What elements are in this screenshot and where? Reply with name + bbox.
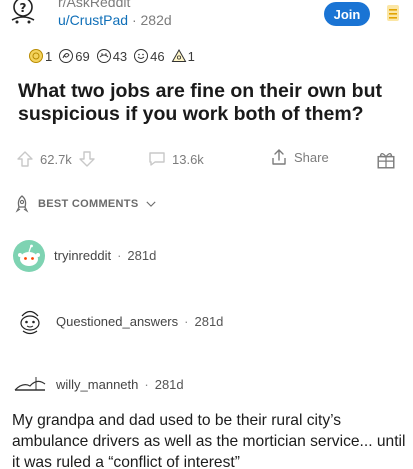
share-button[interactable]: Share — [270, 148, 329, 166]
post-header: ? r/AskReddit u/CrustPad · 282d Join — [0, 0, 413, 36]
award-count: 43 — [112, 48, 128, 64]
avatar[interactable] — [13, 368, 47, 402]
comment-age: 281d — [127, 248, 157, 263]
upvote-icon[interactable] — [16, 150, 34, 168]
post-author[interactable]: u/CrustPad — [58, 12, 128, 28]
vote-group: 62.7k — [16, 150, 96, 168]
meta-separator: · — [131, 12, 141, 28]
award-item: 1 — [28, 48, 52, 64]
triangle-award-icon — [171, 48, 186, 62]
snoo-avatar-icon — [20, 310, 40, 335]
award-item: 43 — [96, 48, 127, 64]
comment-icon — [149, 152, 165, 166]
hug-award-icon — [96, 49, 111, 63]
comment-header: Questioned_answers · 281d — [56, 314, 223, 329]
comment-header: tryinreddit · 281d — [54, 248, 156, 263]
meta-separator: · — [117, 248, 122, 263]
comments-button[interactable]: 13.6k — [148, 150, 204, 168]
vote-count: 62.7k — [40, 151, 72, 167]
awards-row[interactable]: 1 69 43 46 1 — [28, 46, 198, 66]
comment-age: 281d — [194, 314, 224, 329]
join-button[interactable]: Join — [324, 2, 370, 26]
award-item: 46 — [133, 48, 165, 64]
award-item: 69 — [58, 48, 90, 64]
downvote-icon[interactable] — [78, 150, 96, 168]
rocket-icon — [15, 195, 29, 213]
post-title[interactable]: What two jobs are fine on their own but … — [18, 80, 403, 126]
comment-age: 281d — [154, 377, 184, 392]
comment-count: 13.6k — [172, 151, 204, 167]
svg-text:?: ? — [20, 1, 27, 15]
award-count: 69 — [75, 48, 90, 64]
meta-separator: · — [144, 377, 149, 392]
comment-body[interactable]: My grandpa and dad used to be their rura… — [12, 410, 408, 469]
award-count: 1 — [187, 48, 195, 64]
gift-icon — [377, 153, 395, 169]
snoo-avatar-icon — [18, 244, 40, 266]
share-label: Share — [294, 149, 329, 165]
award-count: 1 — [45, 48, 53, 64]
award-button[interactable] — [376, 150, 396, 170]
sort-label: BEST COMMENTS — [38, 198, 139, 210]
wholesome-award-icon — [134, 49, 149, 63]
comment-author[interactable]: Questioned_answers — [56, 314, 178, 329]
drag-handle-icon[interactable] — [386, 4, 400, 22]
snake-award-icon — [59, 49, 74, 63]
post-meta: u/CrustPad · 282d — [58, 11, 172, 29]
comment-header: willy_manneth · 281d — [56, 377, 184, 392]
comment-author[interactable]: tryinreddit — [54, 248, 111, 263]
post-age: 282d — [140, 12, 172, 28]
chevron-down-icon — [146, 201, 157, 207]
landscape-avatar-icon — [14, 377, 46, 391]
award-count: 46 — [150, 48, 165, 64]
award-item: 1 — [171, 48, 195, 64]
gold-award-icon — [29, 49, 43, 63]
avatar[interactable] — [13, 240, 45, 272]
comment-author[interactable]: willy_manneth — [56, 377, 138, 392]
post-action-bar: 62.7k 13.6k Share — [0, 146, 413, 174]
share-icon — [272, 149, 286, 165]
comment-sort-dropdown[interactable]: BEST COMMENTS — [12, 194, 158, 214]
subreddit-icon[interactable]: ? — [4, 0, 42, 32]
avatar[interactable] — [13, 304, 47, 338]
subreddit-name[interactable]: r/AskReddit — [58, 0, 130, 10]
meta-separator: · — [184, 314, 189, 329]
